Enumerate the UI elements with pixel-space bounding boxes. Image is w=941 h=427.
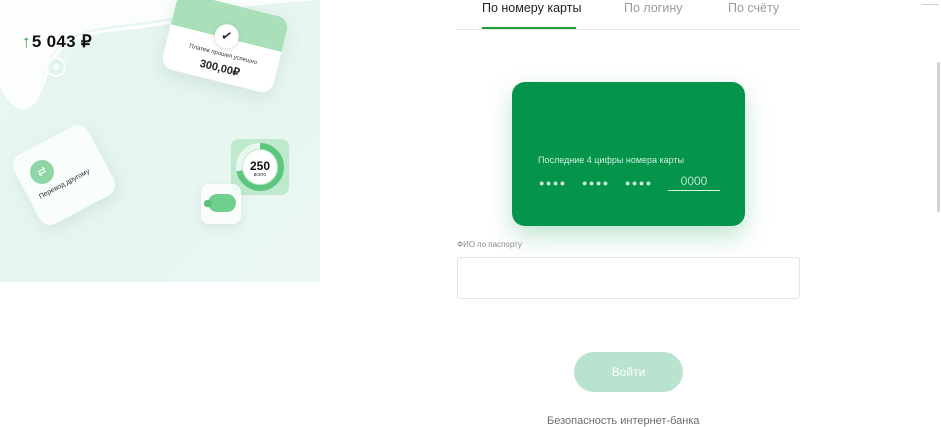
last4-digits-input[interactable] (668, 172, 720, 191)
masked-digits-group-2: ●●●● (582, 178, 610, 188)
scrollbar[interactable] (937, 62, 940, 212)
balance-amount: ↑5 043 ₽ (22, 32, 92, 51)
active-tab-indicator (482, 27, 576, 29)
total-ring-card: 250 всего (231, 139, 289, 195)
card-digits-label: Последние 4 цифры номера карты (538, 155, 685, 165)
total-count: 250 (249, 159, 271, 173)
transfer-icon: ⇄ (25, 155, 59, 189)
tab-card-number[interactable]: По номеру карты (482, 1, 581, 15)
tab-account[interactable]: По счёту (728, 1, 779, 15)
fio-label: ФИО по паспорту (457, 240, 522, 249)
security-link[interactable]: Безопасность интернет-банка (547, 415, 700, 427)
login-method-tabs: По номеру карты По логину По счёту (457, 0, 800, 30)
piggy-bank-card (201, 184, 241, 224)
login-button[interactable]: Войти (574, 352, 683, 392)
divider (922, 4, 939, 5)
piggy-bank-icon (204, 194, 236, 212)
tab-login[interactable]: По логину (624, 1, 683, 15)
bank-card: Последние 4 цифры номера карты ●●●● ●●●●… (512, 82, 745, 226)
arrow-up-icon: ↑ (22, 32, 31, 51)
total-caption: всего (253, 172, 267, 178)
masked-digits-group-1: ●●●● (539, 178, 567, 188)
promo-illustration: ↑5 043 ₽ ✓ Платеж прошел успешно 300,00₽… (0, 0, 320, 282)
chart-point-marker (46, 57, 66, 77)
masked-digits-group-3: ●●●● (625, 178, 653, 188)
fio-input[interactable] (457, 257, 800, 299)
